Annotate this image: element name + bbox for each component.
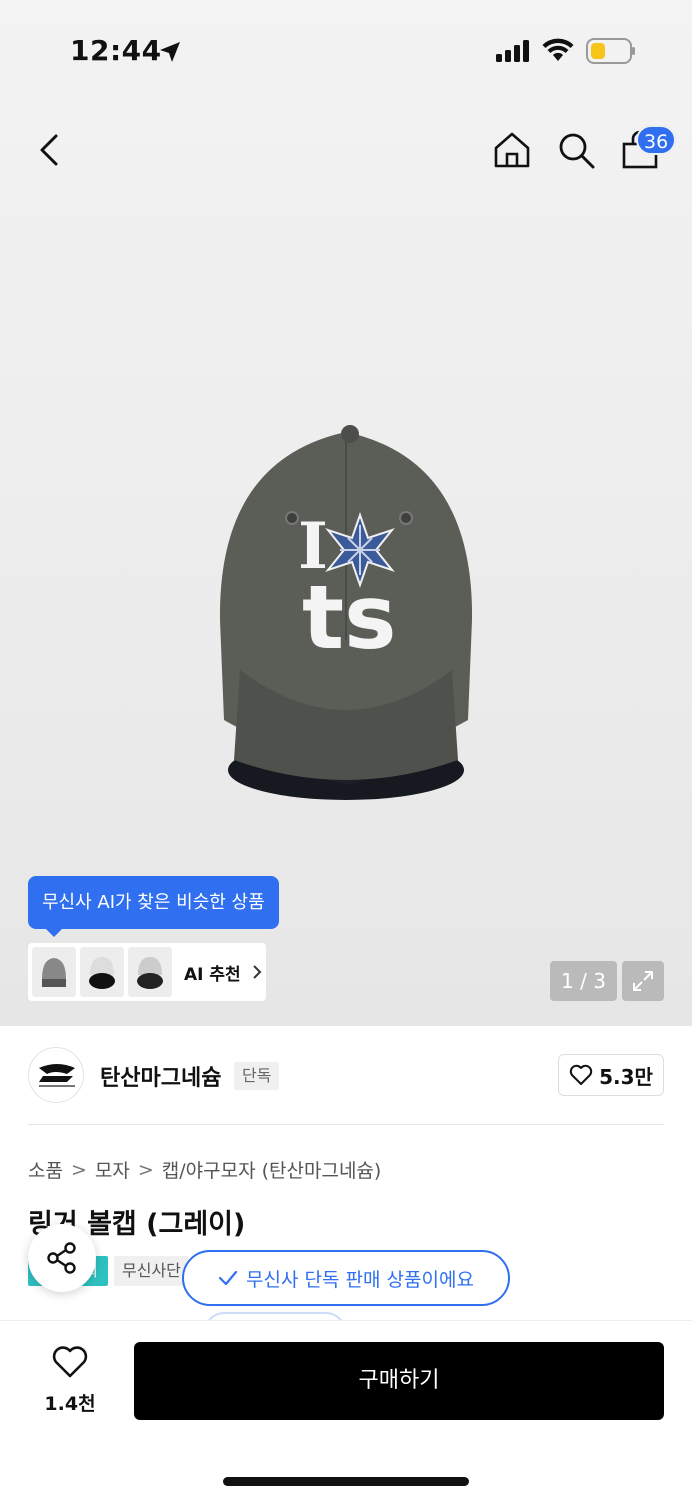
exclusive-sale-tag: 무신사단 bbox=[114, 1256, 189, 1286]
ai-reco-label: AI 추천 bbox=[184, 964, 241, 985]
location-arrow-icon bbox=[160, 42, 180, 62]
breadcrumb-item[interactable]: 모자 bbox=[95, 1156, 130, 1183]
back-arrow-icon[interactable] bbox=[34, 132, 66, 168]
exclusive-tag: 단독 bbox=[234, 1062, 280, 1090]
heart-icon bbox=[569, 1064, 593, 1085]
breadcrumb-item[interactable]: 캡/야구모자 (탄산마그네슘) bbox=[162, 1156, 382, 1183]
bottom-action-bar: 1.4천 구매하기 bbox=[0, 1320, 692, 1500]
divider bbox=[28, 1124, 664, 1125]
ai-reco-thumbnail[interactable] bbox=[128, 947, 172, 997]
like-button[interactable]: 1.4천 bbox=[28, 1345, 112, 1417]
image-page-indicator: 1 / 3 bbox=[550, 961, 617, 1001]
buy-button[interactable]: 구매하기 bbox=[134, 1342, 664, 1420]
check-icon bbox=[218, 1270, 238, 1286]
battery-icon bbox=[586, 38, 635, 64]
brand-row[interactable]: 탄산마그네슘 단독 5.3만 bbox=[28, 1046, 664, 1106]
share-icon bbox=[47, 1242, 76, 1274]
product-image-ball-cap[interactable]: I ts bbox=[210, 420, 482, 805]
breadcrumb: 소품 > 모자 > 캡/야구모자 (탄산마그네슘) bbox=[28, 1156, 381, 1183]
brand-like-button[interactable]: 5.3만 bbox=[558, 1054, 664, 1096]
exclusive-toast[interactable]: 무신사 단독 판매 상품이에요 bbox=[182, 1250, 510, 1306]
status-bar: 12:44 bbox=[0, 0, 692, 100]
status-time: 12:44 bbox=[70, 34, 162, 67]
chevron-right-icon bbox=[252, 965, 262, 979]
brand-name[interactable]: 탄산마그네슘 bbox=[100, 1060, 221, 1092]
ai-recommendation-strip[interactable]: AI 추천 bbox=[28, 943, 266, 1001]
home-indicator[interactable] bbox=[223, 1477, 469, 1486]
chevron-right-icon: > bbox=[137, 1158, 154, 1181]
ai-reco-thumbnail[interactable] bbox=[80, 947, 124, 997]
top-nav: 36 bbox=[0, 120, 692, 180]
chevron-right-icon: > bbox=[70, 1158, 87, 1181]
breadcrumb-item[interactable]: 소품 bbox=[28, 1156, 63, 1183]
brand-logo[interactable] bbox=[28, 1047, 84, 1103]
cart-count-badge: 36 bbox=[636, 125, 677, 155]
toast-text: 무신사 단독 판매 상품이에요 bbox=[246, 1268, 474, 1291]
search-icon[interactable] bbox=[556, 130, 596, 170]
home-icon[interactable] bbox=[492, 130, 532, 170]
share-button[interactable] bbox=[28, 1224, 96, 1292]
ai-reco-thumbnail[interactable] bbox=[32, 947, 76, 997]
ai-similar-tooltip[interactable]: 무신사 AI가 찾은 비슷한 상품 bbox=[28, 876, 279, 937]
expand-image-button[interactable] bbox=[622, 961, 664, 1001]
cellular-signal-icon bbox=[496, 40, 529, 62]
heart-icon bbox=[52, 1346, 88, 1378]
wifi-icon bbox=[542, 38, 574, 61]
brand-like-count: 5.3만 bbox=[599, 1064, 653, 1089]
svg-text:ts: ts bbox=[302, 566, 396, 669]
expand-icon bbox=[633, 971, 653, 991]
like-count: 1.4천 bbox=[44, 1393, 96, 1415]
